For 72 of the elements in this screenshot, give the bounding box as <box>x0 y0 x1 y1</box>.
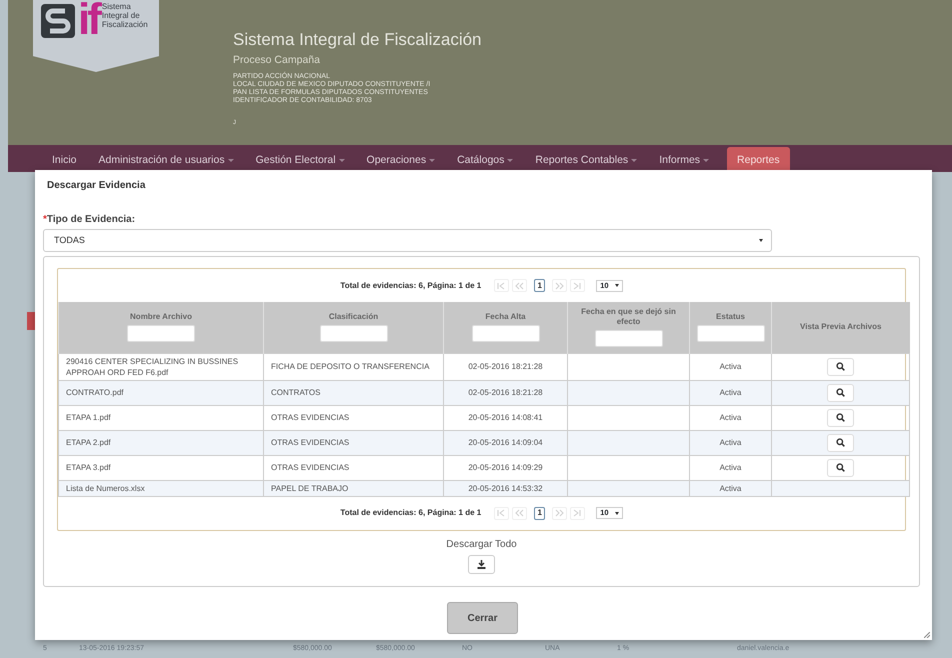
next-page-icon <box>555 509 564 517</box>
filter-field[interactable] <box>472 325 540 342</box>
table-cell: Activa <box>690 353 772 380</box>
close-button[interactable]: Cerrar <box>447 602 518 634</box>
table-cell: CONTRATO.pdf <box>58 380 264 405</box>
logo-mark: if <box>78 0 99 42</box>
caret-icon <box>759 239 763 242</box>
page-number-button[interactable]: 1 <box>534 506 546 520</box>
page-number-button[interactable]: 1 <box>534 279 546 292</box>
evidence-type-dropdown[interactable]: TODAS <box>43 229 772 252</box>
table-cell: ETAPA 1.pdf <box>58 405 264 430</box>
column-header: Fecha en que se dejó sin efecto <box>580 307 677 328</box>
table-cell: 290416 CENTER SPECIALIZING IN BUSSINES APPROAH ORD FED F6.pdf <box>58 353 264 380</box>
table-cell: 20-05-2016 14:08:41 <box>444 405 568 430</box>
last-page-icon <box>573 509 582 517</box>
search-button[interactable] <box>827 408 854 426</box>
table-cell: 02-05-2016 18:21:28 <box>444 353 568 380</box>
table-cell: OTRAS EVIDENCIAS <box>264 455 444 480</box>
search-button[interactable] <box>827 384 854 402</box>
download-button[interactable] <box>468 554 495 574</box>
search-button[interactable] <box>827 434 854 452</box>
app-title: Sistema Integral de Fiscalización <box>233 30 482 50</box>
download-icon <box>477 560 486 568</box>
logo-icon <box>41 4 75 38</box>
filter-field[interactable] <box>320 325 388 342</box>
table-cell: PAPEL DE TRABAJO <box>264 480 444 496</box>
search-icon <box>836 362 845 371</box>
pagination-summary: Total de evidencias: 6, Página: 1 de 1 <box>340 507 482 519</box>
next-page-icon <box>555 282 564 290</box>
search-icon <box>836 388 845 397</box>
column-header: Estatus <box>715 312 746 322</box>
table-cell: Activa <box>690 430 772 455</box>
previous-page-icon <box>515 509 524 517</box>
table-cell: OTRAS EVIDENCIAS <box>264 430 444 455</box>
filter-field[interactable] <box>696 325 764 342</box>
search-button[interactable] <box>827 458 854 476</box>
resize-grip-icon <box>924 632 930 638</box>
filter-field[interactable] <box>594 330 662 348</box>
app-subtitle: Proceso Campaña <box>233 53 321 68</box>
column-header: Nombre Archivo <box>129 312 193 322</box>
table-cell: CONTRATOS <box>264 380 444 405</box>
table-cell: 20-05-2016 14:09:29 <box>444 455 568 480</box>
column-header: Vista Previa Archivos <box>799 322 882 332</box>
previous-page-icon <box>515 282 524 290</box>
search-button[interactable] <box>827 358 854 376</box>
first-page-icon <box>497 509 506 517</box>
table-cell: 20-05-2016 14:53:32 <box>444 480 568 496</box>
table-cell: 02-05-2016 18:21:28 <box>444 380 568 405</box>
first-page-icon <box>497 282 506 290</box>
last-page-icon <box>573 282 582 290</box>
table-cell: 20-05-2016 14:09:04 <box>444 430 568 455</box>
column-header: Fecha Alta <box>484 312 527 322</box>
table-cell: Activa <box>690 480 772 496</box>
table-cell: FICHA DE DEPOSITO O TRANSFERENCIA <box>264 353 444 380</box>
table-cell: OTRAS EVIDENCIAS <box>264 405 444 430</box>
logo-text: Sistema Integral de Fiscalización <box>102 2 148 29</box>
filter-field[interactable] <box>127 325 195 342</box>
pagination-summary: Total de evidencias: 6, Página: 1 de 1 <box>340 280 482 292</box>
search-icon <box>836 413 845 422</box>
table-cell: Activa <box>690 380 772 405</box>
table-cell: Activa <box>690 405 772 430</box>
table-cell: Lista de Numeros.xlsx <box>58 480 264 496</box>
nav-menu-item[interactable]: Inicio <box>48 153 81 172</box>
table-cell: Activa <box>690 455 772 480</box>
column-header: Clasificación <box>328 312 380 322</box>
search-icon <box>836 463 845 472</box>
search-icon <box>836 438 845 447</box>
field-label: *Tipo de Evidencia: <box>43 213 136 227</box>
download-all-label: Descargar Todo <box>445 538 518 552</box>
dialog-title: Descargar Evidencia <box>47 179 146 193</box>
table-cell: ETAPA 3.pdf <box>58 455 264 480</box>
table-cell: ETAPA 2.pdf <box>58 430 264 455</box>
